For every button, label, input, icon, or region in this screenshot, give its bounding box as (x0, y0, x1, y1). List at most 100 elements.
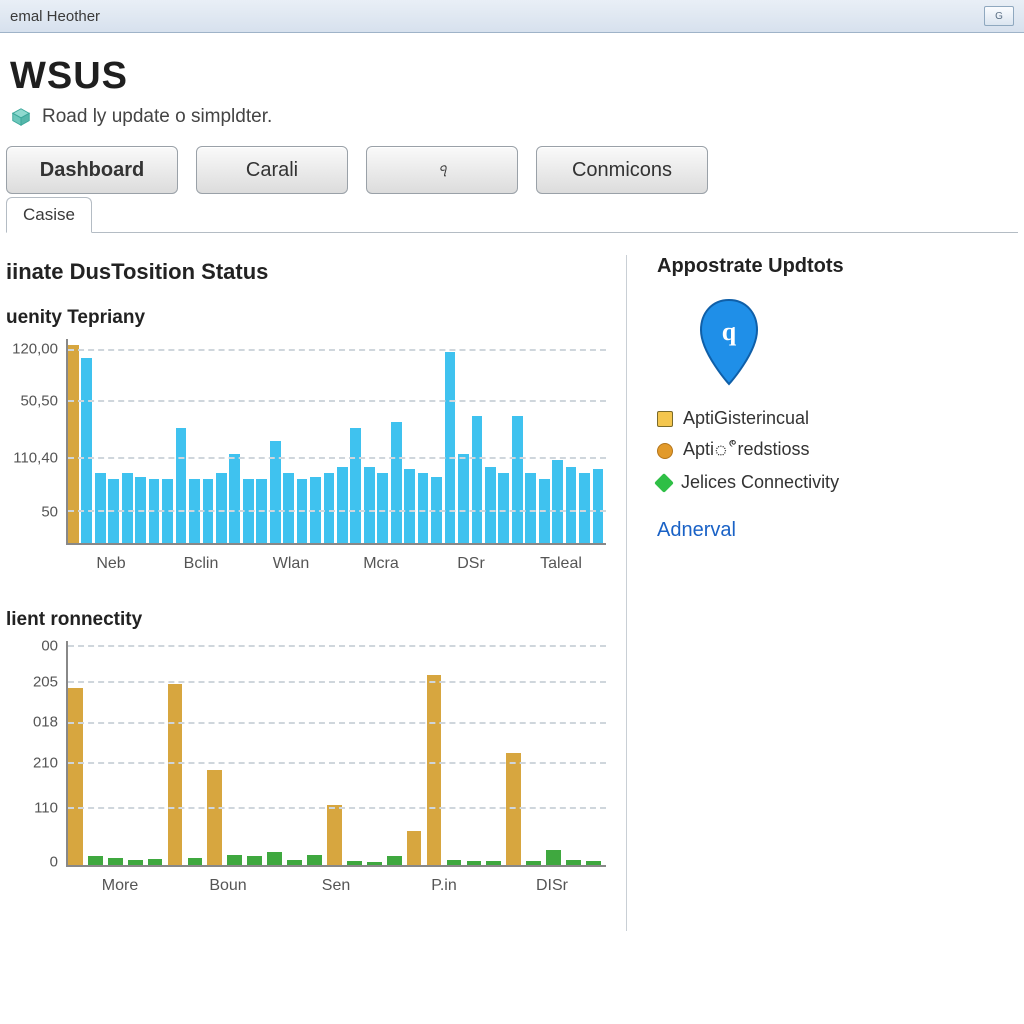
package-icon (10, 106, 32, 128)
bar (486, 861, 501, 865)
bar (68, 688, 83, 865)
bar (229, 454, 240, 543)
x-tick: Bclin (184, 555, 219, 573)
grid-line (68, 762, 606, 764)
y-tick: 50,50 (20, 392, 58, 409)
bar (287, 860, 302, 865)
bar (188, 858, 203, 865)
grid-line (68, 400, 606, 402)
bar (458, 454, 469, 543)
titlebar-button[interactable]: G (984, 6, 1014, 26)
x-tick: P.in (431, 877, 457, 895)
status-section-title: iinate DusTosition Status (6, 259, 626, 285)
grid-line (68, 681, 606, 683)
location-pin-icon: q (697, 298, 761, 388)
bar (407, 831, 422, 865)
y-tick: 00 (41, 637, 58, 654)
bar (387, 856, 402, 865)
grid-line (68, 807, 606, 809)
carali-button[interactable]: Carali (196, 146, 348, 194)
bar (467, 861, 482, 865)
bar (566, 467, 577, 544)
bar (227, 855, 242, 865)
legend-swatch-orange-icon (657, 443, 673, 459)
window-title: emal Heother (10, 8, 100, 25)
legend-item: Jelices Connectivity (657, 472, 1018, 493)
chart2-title: lient ronnectity (6, 609, 626, 631)
app-title: WSUS (10, 55, 1018, 98)
bar (216, 473, 227, 543)
x-tick: Neb (96, 555, 125, 573)
bar (579, 473, 590, 543)
dashboard-button[interactable]: Dashboard (6, 146, 178, 194)
svg-text:q: q (722, 317, 737, 346)
x-tick: DSr (457, 555, 485, 573)
adnerval-link[interactable]: Adnerval (657, 519, 736, 542)
bar (283, 473, 294, 543)
bar (207, 770, 222, 865)
bar (546, 850, 561, 866)
chart-uenity-tepriany: 120,0050,50110,4050 NebBclinWlanMcraDSrT… (6, 339, 626, 579)
legend-item: AptiGisterincual (657, 408, 1018, 429)
legend-label: Jelices Connectivity (681, 472, 839, 493)
bar (445, 352, 456, 543)
grid-line (68, 645, 606, 647)
y-tick: 210 (33, 755, 58, 772)
bar (81, 358, 92, 543)
bar (418, 473, 429, 543)
bar (247, 856, 262, 865)
x-tick: Mcra (363, 555, 399, 573)
bar (472, 416, 483, 544)
y-tick: 50 (41, 504, 58, 521)
y-tick: 120,00 (12, 341, 58, 358)
bar (593, 469, 604, 543)
legend-item: Aptiீredstioss (657, 439, 1018, 462)
bar (122, 473, 133, 543)
y-tick: 110,40 (13, 450, 58, 467)
legend-swatch-green-icon (654, 473, 674, 493)
bar (485, 467, 496, 544)
bar (267, 852, 282, 865)
bar (307, 855, 322, 865)
bar (506, 753, 521, 865)
grid-line (68, 510, 606, 512)
x-tick: Taleal (540, 555, 582, 573)
grid-line (68, 349, 606, 351)
bar (566, 860, 581, 865)
bar (404, 469, 415, 543)
legend: AptiGisterincual Aptiீredstioss Jelices … (657, 408, 1018, 493)
app-subtitle-row: Road ly update o simpldter. (10, 106, 1018, 128)
bar (525, 473, 536, 543)
bar (512, 416, 523, 544)
bar (324, 473, 335, 543)
y-tick: 205 (33, 673, 58, 690)
bar (176, 428, 187, 543)
grid-line (68, 722, 606, 724)
y-tick: 018 (33, 714, 58, 731)
bar (270, 441, 281, 543)
legend-swatch-yellow-icon (657, 411, 673, 427)
legend-label: AptiGisterincual (683, 408, 809, 429)
bar (447, 860, 462, 865)
bar (68, 345, 79, 543)
bar (347, 861, 362, 865)
glyph-button[interactable]: ঀ (366, 146, 518, 194)
bar (364, 467, 375, 544)
bar (350, 428, 361, 543)
bar (586, 861, 601, 865)
grid-line (68, 457, 606, 459)
bar (88, 856, 103, 865)
tab-casise[interactable]: Casise (6, 197, 92, 233)
bar (377, 473, 388, 543)
conmicons-button[interactable]: Conmicons (536, 146, 708, 194)
chart-lient-ronnectity: 002050182101100 MoreBounSenP.inDISr (6, 641, 626, 901)
x-tick: Boun (209, 877, 246, 895)
bar (95, 473, 106, 543)
window-controls: G (984, 6, 1014, 26)
bar (148, 859, 163, 865)
chart1-title: uenity Tepriany (6, 307, 626, 329)
window-titlebar: emal Heother G (0, 0, 1024, 33)
bar (427, 675, 442, 865)
bar (526, 861, 541, 865)
x-tick: More (102, 877, 138, 895)
